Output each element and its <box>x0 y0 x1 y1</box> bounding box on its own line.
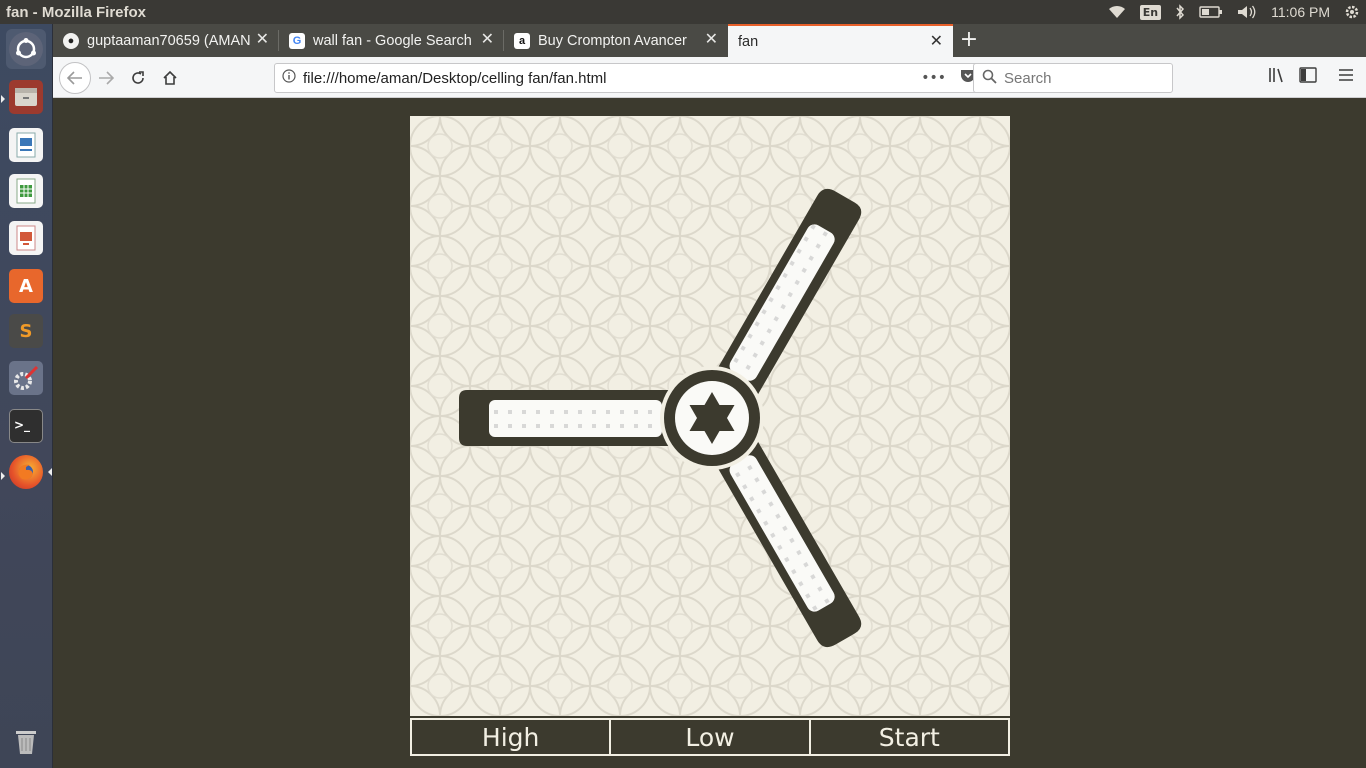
url-text[interactable]: file:///home/aman/Desktop/celling fan/fa… <box>303 70 921 87</box>
wifi-icon[interactable] <box>1108 5 1126 19</box>
launcher-calc[interactable] <box>6 171 46 211</box>
browser-tab-strip: ● guptaaman70659 (AMAN ✕ G wall fan - Go… <box>53 24 1366 57</box>
fan-blade <box>714 188 862 398</box>
sidebar-icon[interactable] <box>1299 67 1317 87</box>
search-box[interactable]: Search <box>973 63 1173 93</box>
tab-close-icon[interactable]: ✕ <box>481 32 494 48</box>
launcher-software-center[interactable]: A <box>6 266 46 306</box>
system-settings-icon <box>9 361 43 395</box>
libreoffice-calc-icon <box>9 174 43 208</box>
launcher-dash[interactable] <box>6 29 46 69</box>
launcher-running-indicator <box>1 472 5 480</box>
ubuntu-logo-icon <box>9 32 43 66</box>
clock[interactable]: 11:06 PM <box>1271 4 1330 20</box>
search-icon <box>974 69 1004 87</box>
tab-amazon[interactable]: a Buy Crompton Avancer ✕ <box>504 24 728 57</box>
launcher-running-indicator <box>1 95 5 103</box>
libreoffice-impress-icon <box>9 221 43 255</box>
launcher-sublime[interactable]: S <box>6 311 46 351</box>
fan-controls: High Low Start <box>410 718 1010 756</box>
navigation-toolbar: file:///home/aman/Desktop/celling fan/fa… <box>53 57 1366 98</box>
launcher-system-settings[interactable] <box>6 358 46 398</box>
page-content: High Low Start <box>53 98 1366 768</box>
battery-icon[interactable] <box>1199 6 1223 18</box>
home-button[interactable] <box>157 65 183 91</box>
low-button[interactable]: Low <box>611 720 809 754</box>
sublime-text-icon: S <box>9 314 43 348</box>
trash-icon <box>9 724 43 758</box>
forward-button[interactable] <box>93 65 119 91</box>
start-button[interactable]: Start <box>810 720 1008 754</box>
fan-blade <box>459 390 672 446</box>
system-top-bar: fan - Mozilla Firefox En 11:06 PM <box>0 0 1366 24</box>
high-button[interactable]: High <box>412 720 610 754</box>
hamburger-menu-icon[interactable] <box>1338 67 1354 86</box>
tab-label: wall fan - Google Search <box>313 32 472 49</box>
settings-gear-icon[interactable] <box>1344 4 1360 20</box>
system-tray: En 11:06 PM <box>1108 0 1360 24</box>
tab-close-icon[interactable]: ✕ <box>705 32 718 48</box>
launcher-impress[interactable] <box>6 218 46 258</box>
site-info-icon[interactable] <box>275 69 303 87</box>
library-icon[interactable] <box>1268 67 1286 87</box>
keyboard-layout-indicator[interactable]: En <box>1139 4 1162 20</box>
google-icon: G <box>289 32 305 49</box>
amazon-icon: a <box>514 32 530 49</box>
bluetooth-icon[interactable] <box>1175 4 1185 20</box>
tab-close-icon[interactable]: ✕ <box>256 32 269 48</box>
unity-launcher: A S >_ <box>0 24 53 768</box>
tab-label: guptaaman70659 (AMAN <box>87 32 251 49</box>
page-actions-icon[interactable]: ••• <box>921 70 946 86</box>
window-title: fan - Mozilla Firefox <box>6 3 147 21</box>
tab-label: fan <box>738 33 759 50</box>
launcher-firefox[interactable] <box>6 452 46 492</box>
fan-hub <box>660 366 764 470</box>
tab-label: Buy Crompton Avancer <box>538 32 687 49</box>
fan-blade <box>714 438 862 648</box>
files-icon <box>9 80 43 114</box>
tab-fan[interactable]: fan ✕ <box>728 24 953 57</box>
software-center-icon: A <box>9 269 43 303</box>
launcher-focused-indicator <box>48 468 52 476</box>
libreoffice-writer-icon <box>9 128 43 162</box>
tab-close-icon[interactable]: ✕ <box>930 34 943 50</box>
back-button[interactable] <box>59 62 91 94</box>
tab-github[interactable]: ● guptaaman70659 (AMAN ✕ <box>53 24 279 57</box>
search-placeholder: Search <box>1004 69 1052 87</box>
ceiling-fan <box>459 188 862 648</box>
terminal-icon: >_ <box>9 409 43 443</box>
fan-stage <box>410 116 1010 716</box>
tab-google-search[interactable]: G wall fan - Google Search ✕ <box>279 24 504 57</box>
launcher-trash[interactable] <box>6 721 46 761</box>
launcher-writer[interactable] <box>6 125 46 165</box>
reload-button[interactable] <box>125 65 151 91</box>
launcher-files[interactable] <box>6 77 46 117</box>
launcher-terminal[interactable]: >_ <box>6 406 46 446</box>
github-icon: ● <box>63 32 79 49</box>
volume-icon[interactable] <box>1237 5 1257 19</box>
new-tab-button[interactable]: + <box>957 28 981 52</box>
url-bar[interactable]: file:///home/aman/Desktop/celling fan/fa… <box>274 63 1016 93</box>
firefox-icon <box>9 455 43 489</box>
